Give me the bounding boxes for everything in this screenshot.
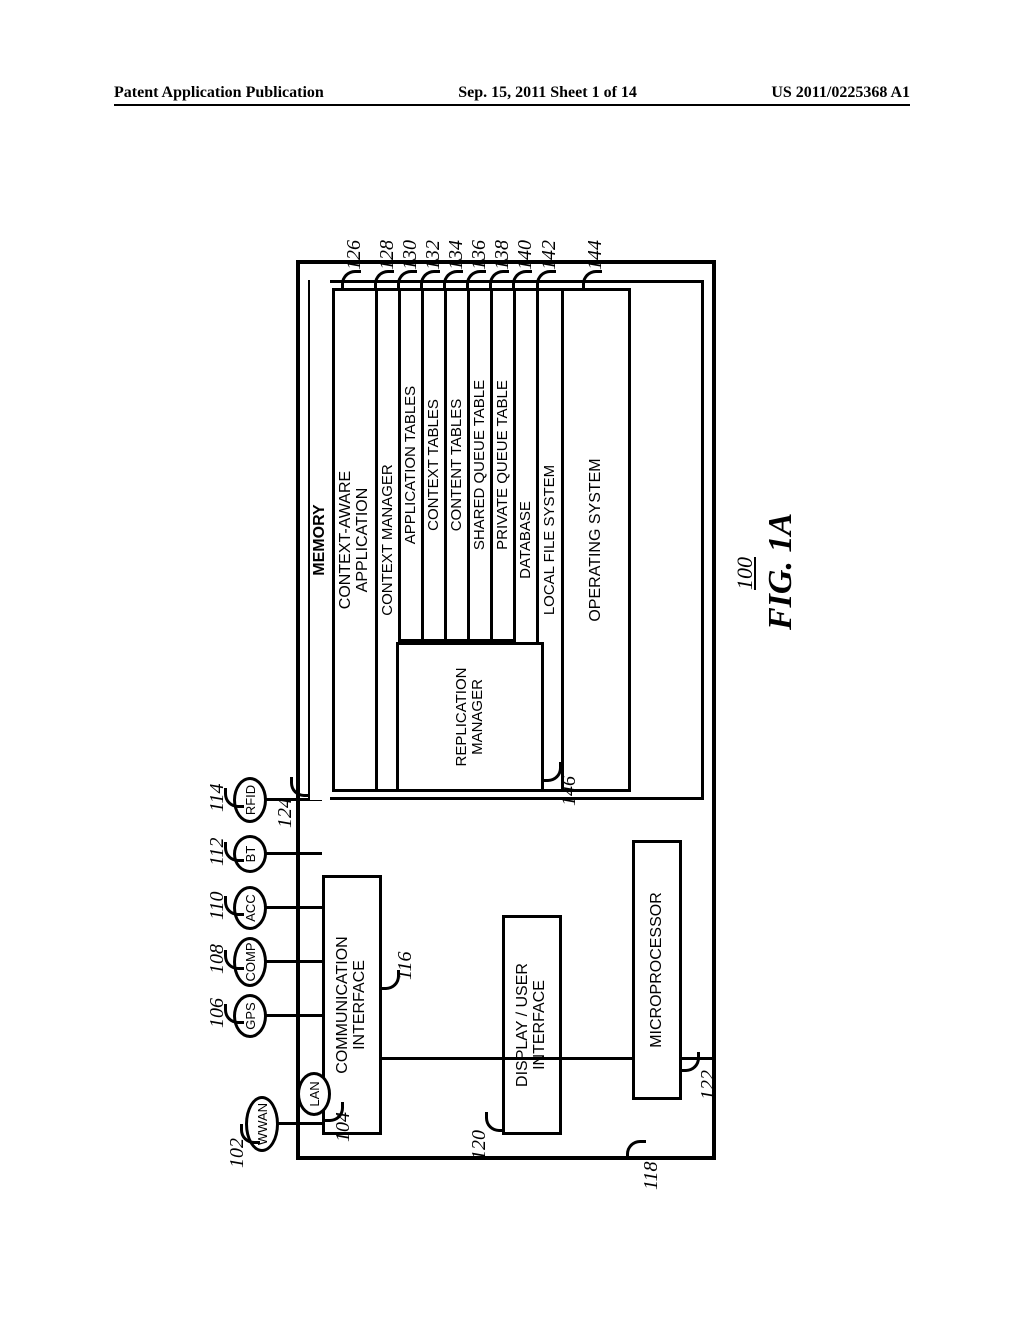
ref-146: 146 xyxy=(558,776,581,806)
sensor-connector xyxy=(265,960,322,963)
header-left: Patent Application Publication xyxy=(114,84,324,102)
sensor-connector xyxy=(265,1014,322,1017)
replication-manager-label: REPLICATION MANAGER xyxy=(454,668,486,767)
microprocessor-box: MICROPROCESSOR xyxy=(632,840,682,1100)
system-ref: 100 xyxy=(732,557,758,590)
microprocessor-label: MICROPROCESSOR xyxy=(649,892,666,1048)
figure-1a: 118 COMMUNICATION INTERFACE 116 DISPLAY … xyxy=(202,210,822,1190)
ref-140: 140 xyxy=(514,240,537,270)
sensor-connector xyxy=(265,906,322,909)
memory-item-0: CONTEXT-AWARE APPLICATION xyxy=(332,288,378,792)
communication-interface-box: COMMUNICATION INTERFACE xyxy=(322,875,382,1135)
display-user-interface-box: DISPLAY / USER INTERFACE xyxy=(502,915,562,1135)
ref-116: 116 xyxy=(394,951,417,980)
ref-124: 124 xyxy=(274,798,297,828)
ref-118: 118 xyxy=(640,1161,663,1190)
ref-130: 130 xyxy=(399,240,422,270)
ref-122: 122 xyxy=(697,1070,720,1100)
memory-title: MEMORY xyxy=(310,280,330,800)
ref-134: 134 xyxy=(445,240,468,270)
ref-128: 128 xyxy=(376,240,399,270)
memory-item-9: OPERATING SYSTEM xyxy=(561,288,631,792)
communication-interface-label: COMMUNICATION INTERFACE xyxy=(335,936,369,1073)
header-right: US 2011/0225368 A1 xyxy=(771,84,910,102)
ref-102: 102 xyxy=(226,1138,249,1168)
figure-label: FIG. 1A xyxy=(762,513,800,630)
ref-136: 136 xyxy=(468,240,491,270)
ref-144: 144 xyxy=(584,240,607,270)
ref-132: 132 xyxy=(422,240,445,270)
header-center: Sep. 15, 2011 Sheet 1 of 14 xyxy=(458,84,637,102)
sensor-connector xyxy=(277,1122,322,1125)
replication-manager-box: REPLICATION MANAGER xyxy=(396,642,544,792)
display-user-interface-label: DISPLAY / USER INTERFACE xyxy=(515,963,549,1087)
ref-126: 126 xyxy=(343,240,366,270)
header-rule xyxy=(114,104,910,106)
ref-120: 120 xyxy=(468,1130,491,1160)
page-header: Patent Application Publication Sep. 15, … xyxy=(0,84,1024,102)
ref-142: 142 xyxy=(538,240,561,270)
sensor-connector xyxy=(265,852,322,855)
ref-138: 138 xyxy=(491,240,514,270)
lead-124 xyxy=(290,777,310,797)
